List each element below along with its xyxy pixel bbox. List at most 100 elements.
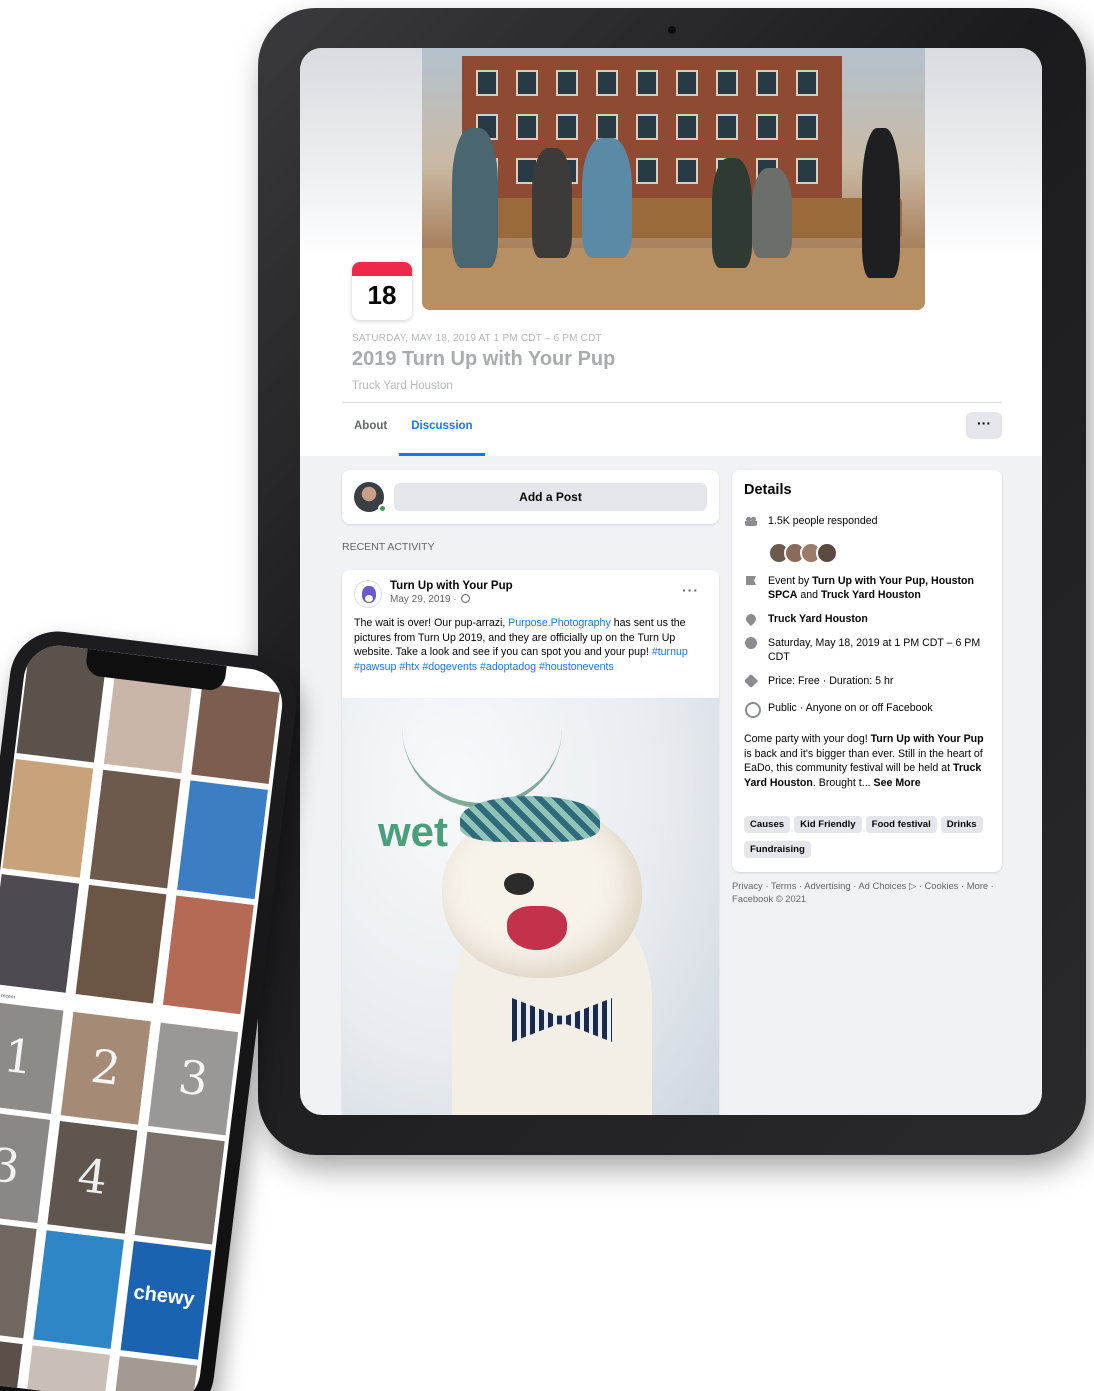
cover-person (712, 158, 752, 268)
photo-tile[interactable] (0, 1334, 23, 1388)
photo-tile[interactable]: chewy (120, 1240, 212, 1360)
price-text: Price: Free · Duration: 5 hr (768, 675, 894, 687)
photo-tile[interactable] (191, 683, 280, 784)
tab-about[interactable]: About (342, 410, 399, 456)
chip-causes[interactable]: Causes (744, 816, 791, 833)
tab-discussion[interactable]: Discussion (399, 410, 485, 456)
tile-number: 1 (0, 1027, 37, 1086)
building-window (676, 158, 698, 184)
cover-person (862, 128, 900, 278)
post-timestamp[interactable]: May 29, 2019 · (390, 594, 471, 605)
tablet-device: 18 SATURDAY, MAY 18, 2019 AT 1 PM CDT – … (258, 8, 1086, 1155)
building-window (516, 70, 538, 96)
ticket-tag-icon (744, 674, 758, 688)
cover-person (582, 138, 632, 258)
globe-icon (744, 701, 758, 715)
chip-fundraising[interactable]: Fundraising (744, 841, 811, 858)
responded-text: 1.5K people responded (768, 515, 878, 527)
building-window (716, 70, 738, 96)
post-author-link[interactable]: Turn Up with Your Pup (390, 580, 513, 592)
event-host-truckyard-link[interactable]: Truck Yard Houston (821, 589, 921, 601)
chip-kid-friendly[interactable]: Kid Friendly (794, 816, 862, 833)
event-by-and: and (797, 589, 821, 601)
photo-tile[interactable] (2, 758, 94, 878)
device-mockup-scene: 18 SATURDAY, MAY 18, 2019 AT 1 PM CDT – … (0, 0, 1094, 1391)
phone-device: Most recent 1 2 3 3 4 chewy (0, 626, 302, 1391)
flag-icon (744, 574, 758, 588)
photo-tile[interactable]: 2 (60, 1011, 151, 1125)
desc-part: . Brought t... (812, 776, 874, 789)
photo-tile[interactable] (27, 1345, 110, 1391)
phone-section-label: Most recent (0, 991, 16, 1001)
post-card: Turn Up with Your Pup May 29, 2019 · ···… (342, 570, 719, 1115)
photo-tile[interactable] (177, 780, 268, 900)
photo-tile[interactable] (114, 1356, 198, 1391)
event-title: 2019 Turn Up with Your Pup (352, 348, 616, 370)
photo-tile[interactable] (134, 1131, 225, 1245)
building-window (636, 114, 658, 140)
photo-tile[interactable] (162, 895, 254, 1015)
desc-page-link[interactable]: Turn Up with Your Pup (871, 733, 984, 745)
chip-food-festival[interactable]: Food festival (865, 816, 937, 833)
event-header: 18 SATURDAY, MAY 18, 2019 AT 1 PM CDT – … (300, 48, 1042, 456)
chip-drinks[interactable]: Drinks (940, 816, 983, 833)
globe-icon (461, 594, 471, 603)
photo-tile[interactable] (103, 672, 193, 774)
page-avatar[interactable] (354, 580, 382, 608)
building-window (756, 70, 778, 96)
mention-link[interactable]: Purpose.Photography (508, 617, 610, 629)
header-divider (342, 402, 1002, 403)
backdrop-logo-text: wet (378, 808, 449, 855)
post-menu-button[interactable]: ··· (682, 582, 699, 598)
photo-tile[interactable] (0, 874, 80, 993)
online-status-dot (378, 504, 387, 513)
tablet-camera (668, 26, 676, 34)
photo-tile[interactable]: 1 (0, 1001, 64, 1114)
event-description: Come party with your dog! Turn Up with Y… (744, 732, 994, 790)
building-window (636, 158, 658, 184)
add-post-button[interactable]: Add a Post (394, 483, 707, 511)
cover-person (532, 148, 572, 258)
event-tabs: About Discussion (342, 410, 485, 456)
details-heading: Details (744, 482, 792, 498)
building-window (556, 114, 578, 140)
event-day-number: 18 (367, 280, 397, 310)
photo-tile[interactable]: 4 (47, 1121, 138, 1234)
footer-links[interactable]: Privacy · Terms · Advertising · Ad Choic… (732, 880, 1002, 905)
recent-activity-heading: RECENT ACTIVITY (342, 541, 435, 553)
building-window (796, 114, 818, 140)
dog-nose (504, 873, 534, 895)
photo-tile[interactable] (75, 884, 167, 1004)
dog-tongue (507, 906, 567, 950)
desc-part: is back and it's bigger than ever. Still… (744, 747, 983, 775)
post-photo[interactable]: wet (342, 698, 719, 1115)
event-cover-photo[interactable] (422, 48, 925, 310)
photo-tile[interactable] (89, 769, 181, 889)
desc-part: Come party with your dog! (744, 733, 871, 745)
photo-tile[interactable] (33, 1230, 125, 1349)
event-venue-link[interactable]: Truck Yard Houston (352, 380, 453, 392)
building-window (796, 158, 818, 184)
category-chips: Causes Kid Friendly Food festival Drinks Fun… (744, 814, 994, 864)
location-pin-icon (744, 612, 758, 626)
photo-tile[interactable]: 3 (148, 1022, 239, 1136)
more-options-button[interactable]: ··· (966, 412, 1002, 439)
see-more-link[interactable]: See More (874, 777, 921, 789)
photo-tile[interactable]: 3 (0, 1110, 51, 1224)
building-window (476, 70, 498, 96)
calendar-date-icon: 18 (352, 262, 412, 320)
building-window (716, 114, 738, 140)
building-window (676, 70, 698, 96)
clock-icon (744, 636, 758, 650)
event-datetime: SATURDAY, MAY 18, 2019 AT 1 PM CDT – 6 P… (352, 333, 602, 344)
tablet-screen: 18 SATURDAY, MAY 18, 2019 AT 1 PM CDT – … (300, 48, 1042, 1115)
building-window (556, 70, 578, 96)
building-window (636, 70, 658, 96)
location-link[interactable]: Truck Yard Houston (768, 612, 994, 626)
details-card: Details 1.5K people responded Event by T… (732, 470, 1002, 872)
photo-tile[interactable] (0, 1219, 37, 1339)
tile-number: 3 (175, 1049, 212, 1107)
avatar (816, 542, 838, 564)
people-icon (744, 514, 758, 528)
building-window (796, 70, 818, 96)
